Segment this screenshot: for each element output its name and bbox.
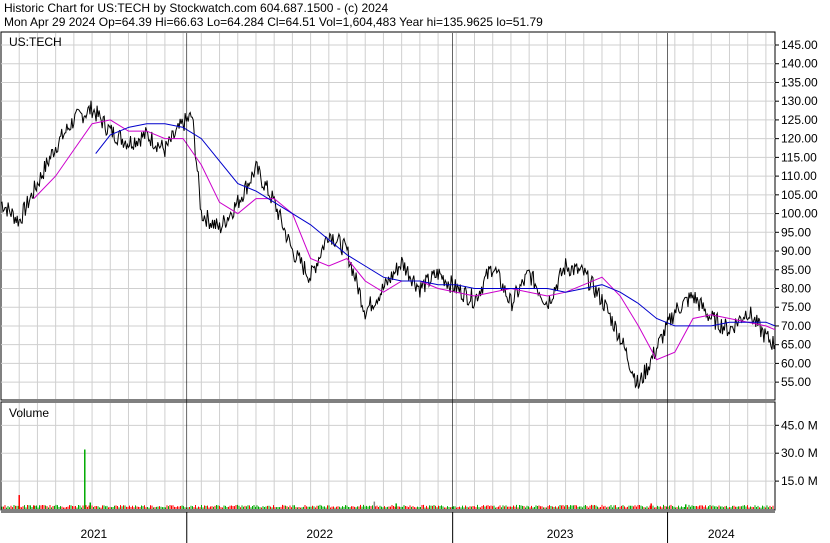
volume-panel-title: Volume bbox=[9, 406, 49, 420]
x-tick-label: 2024 bbox=[708, 527, 735, 541]
price-tick-label: 125.00 bbox=[781, 113, 818, 127]
price-tick-label: 145.00 bbox=[781, 38, 818, 52]
price-tick-label: 110.00 bbox=[781, 169, 817, 183]
price-tick-label: 60.00 bbox=[781, 356, 811, 370]
series-line-ma-short bbox=[33, 119, 776, 361]
volume-tick-label: 30.0 M bbox=[781, 446, 818, 460]
price-tick-label: 140.00 bbox=[781, 57, 818, 71]
chart-header-line2: Mon Apr 29 2024 Op=64.39 Hi=66.63 Lo=64.… bbox=[4, 15, 543, 29]
price-tick-label: 90.00 bbox=[781, 244, 811, 258]
price-tick-label: 70.00 bbox=[781, 319, 811, 333]
series-line-ma-long bbox=[95, 123, 776, 327]
volume-tick-label: 15.0 M bbox=[781, 474, 818, 488]
price-tick-label: 85.00 bbox=[781, 263, 811, 277]
chart-header-line1: Historic Chart for US:TECH by Stockwatch… bbox=[4, 1, 388, 15]
x-tick-label: 2023 bbox=[547, 527, 574, 541]
price-panel: 145.00 140.00 135.00 130.00 125.00 120.00 115.… bbox=[0, 31, 818, 401]
stock-chart: Historic Chart for US:TECH by Stockwatch… bbox=[0, 1, 818, 543]
price-tick-label: 75.00 bbox=[781, 300, 811, 314]
x-tick-label: 2022 bbox=[306, 527, 333, 541]
volume-panel: 45.0 M 30.0 M 15.0 M Volume bbox=[0, 401, 818, 511]
price-tick-label: 115.00 bbox=[781, 150, 817, 164]
price-tick-label: 105.00 bbox=[781, 188, 818, 202]
price-tick-label: 80.00 bbox=[781, 281, 811, 295]
price-tick-label: 135.00 bbox=[781, 75, 818, 89]
price-tick-label: 95.00 bbox=[781, 225, 811, 239]
price-panel-title: US:TECH bbox=[9, 35, 62, 49]
volume-panel-frame bbox=[0, 401, 776, 511]
volume-tick-label: 45.0 M bbox=[781, 418, 818, 432]
price-tick-label: 130.00 bbox=[781, 94, 818, 108]
price-tick-label: 65.00 bbox=[781, 338, 811, 352]
price-tick-label: 100.00 bbox=[781, 207, 818, 221]
price-tick-label: 55.00 bbox=[781, 375, 811, 389]
x-tick-label: 2021 bbox=[81, 527, 108, 541]
price-tick-label: 120.00 bbox=[781, 132, 818, 146]
series-line-price bbox=[0, 100, 776, 389]
